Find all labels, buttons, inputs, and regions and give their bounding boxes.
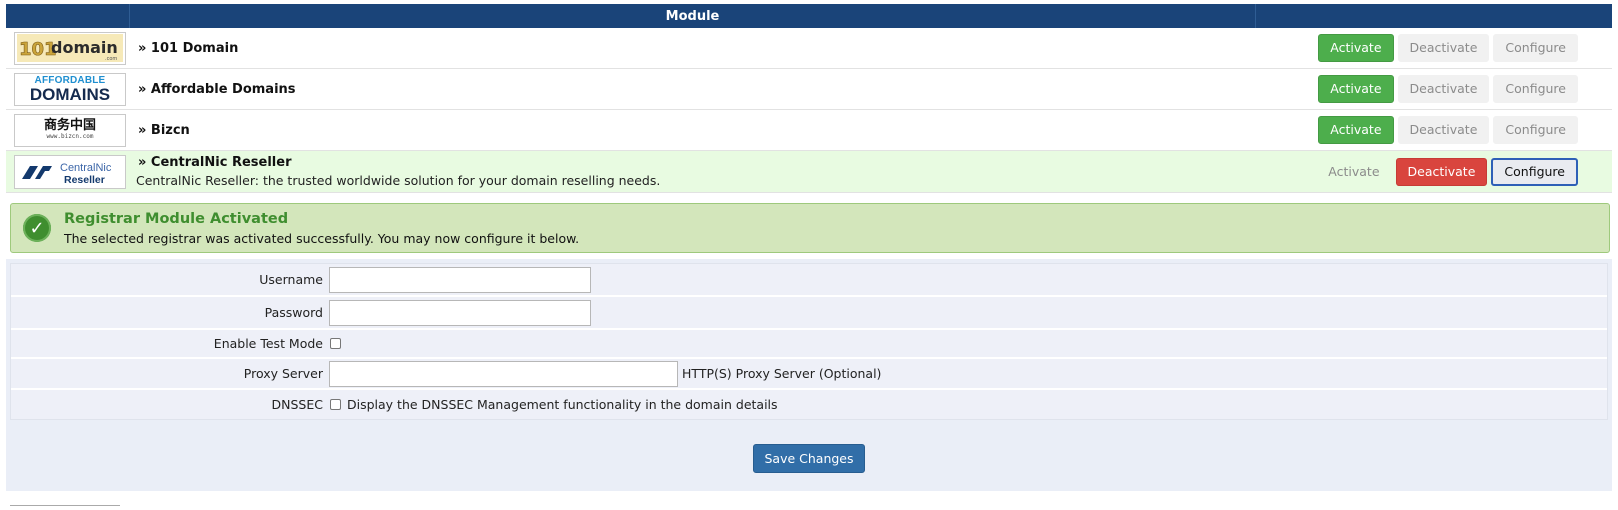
module-row-centralnic-reseller: CentralNic Reseller » CentralNic Reselle… <box>6 151 1612 193</box>
test-mode-row: Enable Test Mode <box>11 330 1607 359</box>
proxy-row: Proxy Server HTTP(S) Proxy Server (Optio… <box>11 359 1607 390</box>
svg-text:Reseller: Reseller <box>64 174 105 186</box>
dnssec-row: DNSSEC Display the DNSSEC Management fun… <box>11 390 1607 419</box>
module-name: » Affordable Domains <box>138 81 296 97</box>
configure-button[interactable]: Configure <box>1491 157 1578 186</box>
module-actions: Activate Deactivate Configure <box>1316 157 1578 186</box>
module-name: » CentralNic Reseller <box>138 155 292 170</box>
table-header: Module <box>6 4 1612 28</box>
module-name-cell: » Affordable Domains <box>132 82 1318 97</box>
activate-button[interactable]: Activate <box>1318 75 1394 103</box>
module-actions: Activate Deactivate Configure <box>1318 34 1578 62</box>
registrar-modules: Module 101 domain .com » 101 Domain Acti… <box>6 4 1612 491</box>
module-row-bizcn: 商务中国 www.bizcn.com » Bizcn Activate Deac… <box>6 110 1612 151</box>
username-input[interactable] <box>329 266 591 293</box>
configure-button[interactable]: Configure <box>1493 34 1578 62</box>
logo-101domain: 101 domain .com <box>14 31 126 65</box>
proxy-help-text: HTTP(S) Proxy Server (Optional) <box>682 366 882 381</box>
save-changes-button[interactable]: Save Changes <box>753 444 865 473</box>
module-row-101domain: 101 domain .com » 101 Domain Activate De… <box>6 28 1612 69</box>
checkmark-icon: ✓ <box>23 214 51 242</box>
module-name: » 101 Domain <box>138 40 239 56</box>
success-alert: ✓ Registrar Module Activated The selecte… <box>10 203 1610 253</box>
dnssec-help-text: Display the DNSSEC Management functional… <box>347 397 778 412</box>
module-row-affordable-domains: AFFORDABLE DOMAINS » Affordable Domains … <box>6 69 1612 110</box>
save-bar: Save Changes <box>10 420 1608 473</box>
svg-text:CentralNic: CentralNic <box>60 162 112 174</box>
deactivate-button[interactable]: Deactivate <box>1397 116 1490 144</box>
svg-text:.com: .com <box>105 56 117 62</box>
module-name-cell: » 101 Domain <box>132 41 1318 56</box>
test-mode-checkbox[interactable] <box>330 338 341 349</box>
module-actions: Activate Deactivate Configure <box>1318 75 1578 103</box>
module-name-cell: » CentralNic Reseller CentralNic Reselle… <box>132 155 1316 188</box>
proxy-label: Proxy Server <box>243 366 323 381</box>
activate-button[interactable]: Activate <box>1318 34 1394 62</box>
dnssec-label: DNSSEC <box>271 397 323 412</box>
deactivate-button[interactable]: Deactivate <box>1397 34 1490 62</box>
header-module-col: Module <box>665 8 720 24</box>
activate-button[interactable]: Activate <box>1318 116 1394 144</box>
alert-message: The selected registrar was activated suc… <box>64 230 580 246</box>
username-label: Username <box>259 272 323 287</box>
module-name-cell: » Bizcn <box>132 123 1318 138</box>
header-actions-col <box>1255 4 1612 28</box>
password-row: Password <box>11 297 1607 330</box>
module-name: » Bizcn <box>138 122 190 138</box>
password-label: Password <box>264 305 323 320</box>
next-row-edge <box>10 505 120 510</box>
dnssec-checkbox[interactable] <box>330 399 341 410</box>
logo-centralnic-reseller: CentralNic Reseller <box>14 154 126 189</box>
proxy-input[interactable] <box>329 360 678 387</box>
config-form: Username Password Enable Test Mode Proxy… <box>10 263 1608 420</box>
logo-affordable-domains: AFFORDABLE DOMAINS <box>14 72 126 106</box>
username-row: Username <box>11 264 1607 297</box>
module-description: CentralNic Reseller: the trusted worldwi… <box>136 173 661 188</box>
svg-text:domain: domain <box>51 38 118 57</box>
password-input[interactable] <box>329 299 591 326</box>
logo-bizcn: 商务中国 www.bizcn.com <box>14 113 126 147</box>
configure-button[interactable]: Configure <box>1493 75 1578 103</box>
config-panel: Username Password Enable Test Mode Proxy… <box>6 259 1612 491</box>
deactivate-button[interactable]: Deactivate <box>1397 75 1490 103</box>
module-actions: Activate Deactivate Configure <box>1318 116 1578 144</box>
header-logo-col <box>6 4 130 28</box>
test-mode-label: Enable Test Mode <box>213 336 323 351</box>
configure-button[interactable]: Configure <box>1493 116 1578 144</box>
activate-button[interactable]: Activate <box>1316 157 1392 186</box>
deactivate-button[interactable]: Deactivate <box>1395 157 1488 186</box>
alert-title: Registrar Module Activated <box>64 210 289 227</box>
